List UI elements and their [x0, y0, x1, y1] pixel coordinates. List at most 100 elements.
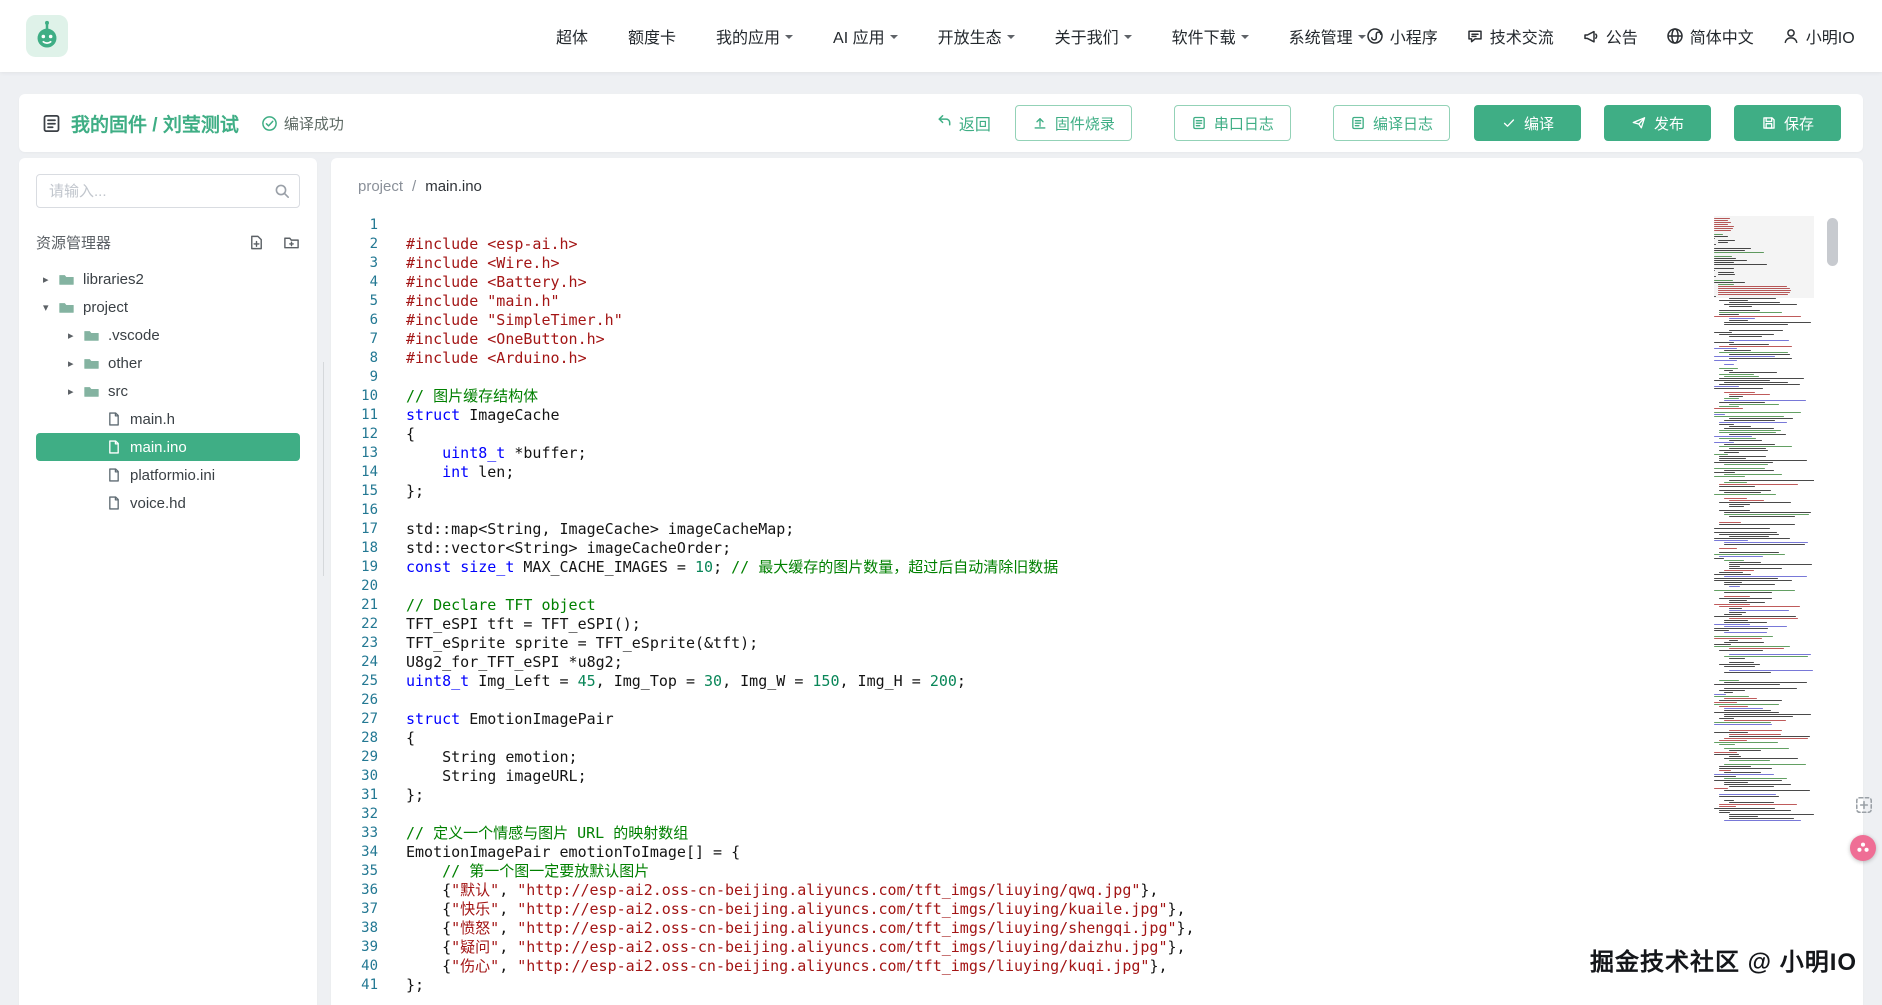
line-number[interactable]: 12 — [331, 425, 378, 444]
line-number[interactable]: 37 — [331, 900, 378, 919]
tree-item-other[interactable]: ▸other — [36, 349, 300, 377]
editor-scrollbar[interactable] — [1826, 216, 1839, 1005]
breadcrumb-item[interactable]: main.ino — [425, 178, 482, 195]
tree-item-libraries2[interactable]: ▸libraries2 — [36, 265, 300, 293]
code-line[interactable]: 10// 图片缓存结构体 — [331, 387, 1863, 406]
line-number[interactable]: 22 — [331, 615, 378, 634]
chat-nav-item[interactable]: 技术交流 — [1466, 24, 1554, 48]
line-number[interactable]: 4 — [331, 273, 378, 292]
tree-item-vscode[interactable]: ▸.vscode — [36, 321, 300, 349]
tree-item-src[interactable]: ▸src — [36, 377, 300, 405]
panel-resize-handle[interactable] — [323, 362, 324, 576]
nav-item-7[interactable]: 软件下载 — [1172, 24, 1249, 48]
code-line[interactable]: 17std::map<String, ImageCache> imageCach… — [331, 520, 1863, 539]
line-number[interactable]: 20 — [331, 577, 378, 596]
serial-log-button[interactable]: 串口日志 — [1174, 105, 1291, 141]
code-line[interactable]: 2#include <esp-ai.h> — [331, 235, 1863, 254]
line-number[interactable]: 7 — [331, 330, 378, 349]
line-number[interactable]: 27 — [331, 710, 378, 729]
code-line[interactable]: 28{ — [331, 729, 1863, 748]
code-line[interactable]: 1 — [331, 216, 1863, 235]
line-number[interactable]: 5 — [331, 292, 378, 311]
search-icon[interactable] — [273, 182, 291, 200]
search-input[interactable] — [36, 174, 300, 208]
code-line[interactable]: 22TFT_eSPI tft = TFT_eSPI(); — [331, 615, 1863, 634]
code-editor[interactable]: 12#include <esp-ai.h>3#include <Wire.h>4… — [331, 216, 1863, 1005]
nav-item-6[interactable]: 关于我们 — [1055, 24, 1132, 48]
new-folder-icon[interactable] — [283, 234, 300, 251]
line-number[interactable]: 33 — [331, 824, 378, 843]
widget-expand-icon[interactable] — [1854, 795, 1874, 815]
code-line[interactable]: 38 {"愤怒", "http://esp-ai2.oss-cn-beijing… — [331, 919, 1863, 938]
line-number[interactable]: 10 — [331, 387, 378, 406]
new-file-icon[interactable] — [248, 234, 265, 251]
tree-item-voice-hd[interactable]: voice.hd — [36, 489, 300, 517]
line-number[interactable]: 13 — [331, 444, 378, 463]
breadcrumb-item[interactable]: project — [358, 178, 403, 195]
code-line[interactable]: 19const size_t MAX_CACHE_IMAGES = 10; //… — [331, 558, 1863, 577]
code-line[interactable]: 23TFT_eSprite sprite = TFT_eSprite(&tft)… — [331, 634, 1863, 653]
code-line[interactable]: 27struct EmotionImagePair — [331, 710, 1863, 729]
user-nav-item[interactable]: 小明IO — [1782, 24, 1855, 48]
line-number[interactable]: 31 — [331, 786, 378, 805]
line-number[interactable]: 30 — [331, 767, 378, 786]
code-line[interactable]: 8#include <Arduino.h> — [331, 349, 1863, 368]
line-number[interactable]: 15 — [331, 482, 378, 501]
code-line[interactable]: 15}; — [331, 482, 1863, 501]
line-number[interactable]: 14 — [331, 463, 378, 482]
line-number[interactable]: 6 — [331, 311, 378, 330]
line-number[interactable]: 16 — [331, 501, 378, 520]
line-number[interactable]: 1 — [331, 216, 378, 235]
line-number[interactable]: 18 — [331, 539, 378, 558]
compile-log-button[interactable]: 编译日志 — [1333, 105, 1450, 141]
tree-item-platformio-ini[interactable]: platformio.ini — [36, 461, 300, 489]
line-number[interactable]: 8 — [331, 349, 378, 368]
burn-button[interactable]: 固件烧录 — [1015, 105, 1132, 141]
save-button[interactable]: 保存 — [1734, 105, 1841, 141]
code-line[interactable]: 3#include <Wire.h> — [331, 254, 1863, 273]
code-line[interactable]: 33// 定义一个情感与图片 URL 的映射数组 — [331, 824, 1863, 843]
minimap-viewport[interactable] — [1714, 216, 1814, 298]
line-number[interactable]: 32 — [331, 805, 378, 824]
chevron-right-icon[interactable]: ▸ — [68, 357, 83, 370]
code-line[interactable]: 5#include "main.h" — [331, 292, 1863, 311]
code-line[interactable]: 20 — [331, 577, 1863, 596]
scrollbar-thumb[interactable] — [1827, 218, 1838, 266]
code-line[interactable]: 34EmotionImagePair emotionToImage[] = { — [331, 843, 1863, 862]
line-number[interactable]: 28 — [331, 729, 378, 748]
back-button[interactable]: 返回 — [936, 111, 991, 135]
publish-button[interactable]: 发布 — [1604, 105, 1711, 141]
line-number[interactable]: 3 — [331, 254, 378, 273]
code-line[interactable]: 25uint8_t Img_Left = 45, Img_Top = 30, I… — [331, 672, 1863, 691]
tree-item-main-ino[interactable]: main.ino — [36, 433, 300, 461]
code-line[interactable]: 14 int len; — [331, 463, 1863, 482]
line-number[interactable]: 25 — [331, 672, 378, 691]
code-line[interactable]: 36 {"默认", "http://esp-ai2.oss-cn-beijing… — [331, 881, 1863, 900]
code-line[interactable]: 18std::vector<String> imageCacheOrder; — [331, 539, 1863, 558]
megaphone-nav-item[interactable]: 公告 — [1582, 24, 1638, 48]
nav-item-2[interactable]: 额度卡 — [628, 24, 676, 48]
line-number[interactable]: 24 — [331, 653, 378, 672]
line-number[interactable]: 35 — [331, 862, 378, 881]
code-line[interactable]: 16 — [331, 501, 1863, 520]
nav-item-1[interactable]: 超体 — [556, 24, 588, 48]
assistant-float-button[interactable] — [1850, 835, 1876, 861]
code-line[interactable]: 30 String imageURL; — [331, 767, 1863, 786]
code-line[interactable]: 13 uint8_t *buffer; — [331, 444, 1863, 463]
nav-item-3[interactable]: 我的应用 — [716, 24, 793, 48]
line-number[interactable]: 11 — [331, 406, 378, 425]
chevron-right-icon[interactable]: ▸ — [68, 329, 83, 342]
line-number[interactable]: 36 — [331, 881, 378, 900]
line-number[interactable]: 38 — [331, 919, 378, 938]
code-line[interactable]: 7#include <OneButton.h> — [331, 330, 1863, 349]
code-line[interactable]: 11struct ImageCache — [331, 406, 1863, 425]
site-logo[interactable] — [26, 15, 68, 57]
minimap[interactable] — [1714, 216, 1814, 1001]
code-line[interactable]: 35 // 第一个图一定要放默认图片 — [331, 862, 1863, 881]
tree-item-project[interactable]: ▾project — [36, 293, 300, 321]
globe-nav-item[interactable]: 简体中文 — [1666, 24, 1754, 48]
nav-item-5[interactable]: 开放生态 — [938, 24, 1015, 48]
line-number[interactable]: 29 — [331, 748, 378, 767]
nav-item-8[interactable]: 系统管理 — [1289, 24, 1366, 48]
chevron-right-icon[interactable]: ▸ — [43, 273, 58, 286]
